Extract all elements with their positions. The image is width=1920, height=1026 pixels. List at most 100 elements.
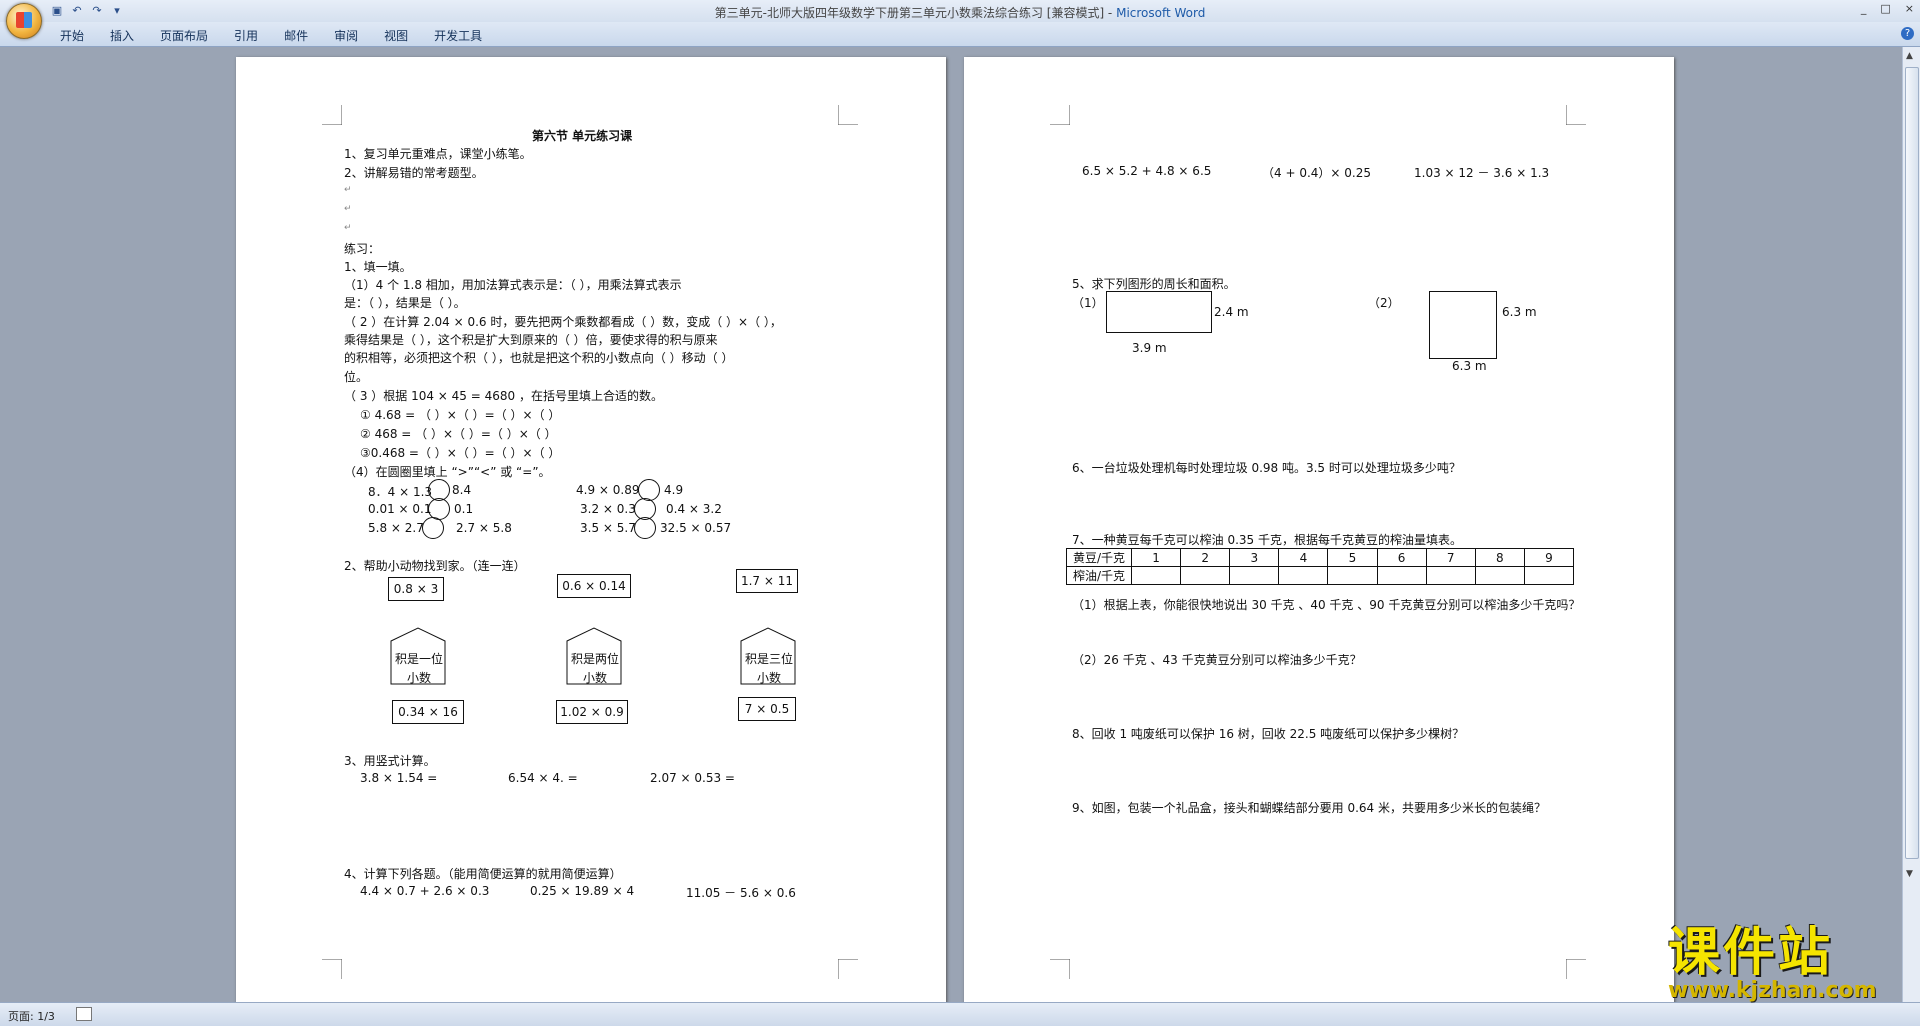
review-item-2: 2、讲解易错的常考题型。 [344, 166, 484, 180]
title-bar: ▣ ↶ ↷ ▾ 第三单元-北师大版四年级数学下册第三单元小数乘法综合练习 [兼容… [0, 0, 1920, 22]
expression-box[interactable]: 0.8 × 3 [388, 577, 444, 601]
figure-1-height: 2.4 m [1214, 305, 1249, 319]
compare-circle[interactable] [634, 517, 656, 539]
vertical-calc-item: 2.07 × 0.53 = [650, 771, 735, 785]
tab-mailings[interactable]: 邮件 [284, 27, 308, 44]
expression-box[interactable]: 7 × 0.5 [738, 697, 796, 721]
watermark-url: www.kjzhan.com [1668, 978, 1877, 1003]
office-logo-icon [16, 12, 32, 28]
question-8: 8、回收 1 吨废纸可以保护 16 树，回收 22.5 吨废纸可以保护多少棵树？ [1072, 727, 1465, 741]
question-3-title: 3、用竖式计算。 [344, 754, 436, 768]
question-1-title: 1、填一填。 [344, 260, 412, 274]
expression-box[interactable]: 0.34 × 16 [392, 700, 464, 724]
tab-view[interactable]: 视图 [384, 27, 408, 44]
expression-box[interactable]: 0.6 × 0.14 [557, 574, 631, 598]
compare-left: 5.8 × 2.7 [368, 521, 424, 535]
compare-right: 0.1 [454, 502, 474, 516]
compare-left: 8．4 × 1.3 [368, 485, 433, 499]
rectangle-figure [1106, 291, 1212, 333]
crop-mark [1050, 105, 1070, 125]
question-6: 6、一台垃圾处理机每时处理垃圾 0.98 吨。3.5 时可以处理垃圾多少吨？ [1072, 461, 1461, 475]
table-cell[interactable] [1278, 566, 1329, 585]
crop-mark [838, 105, 858, 125]
compare-right: 2.7 × 5.8 [456, 521, 512, 535]
question-1-3-title: （ 3 ）根据 104 × 45 = 4680 ，在括号里填上合适的数。 [344, 389, 663, 403]
square-figure [1429, 291, 1497, 359]
office-button[interactable] [6, 3, 42, 39]
compare-left: 4.9 × 0.89 [576, 483, 640, 497]
question-1-2-line3: 的积相等，必须把这个积（ ），也就是把这个积的小数点向（ ）移动（ ） [344, 351, 734, 365]
table-cell[interactable] [1523, 566, 1575, 585]
question-1-1-line1: （1）4 个 1.8 相加，用加法算式表示是：（ ），用乘法算式表示 [344, 278, 682, 292]
maximize-button[interactable]: □ [1880, 2, 1890, 15]
table-cell[interactable] [1229, 566, 1280, 585]
question-1-2-line1: （ 2 ）在计算 2.04 × 0.6 时，要先把两个乘数都看成（ ）数，变成（… [344, 315, 782, 329]
section-heading: 第六节 单元练习课 [532, 129, 633, 143]
figure-2-height: 6.3 m [1502, 305, 1537, 319]
question-7-2: （2）26 千克 、43 千克黄豆分别可以榨油多少千克？ [1072, 653, 1362, 667]
close-button[interactable]: × [1905, 2, 1914, 15]
tab-developer[interactable]: 开发工具 [434, 27, 482, 44]
expression-box[interactable]: 1.02 × 0.9 [556, 700, 628, 724]
vertical-scrollbar[interactable]: ▲ ▼ [1902, 47, 1920, 1002]
scroll-down-icon[interactable]: ▼ [1906, 869, 1913, 879]
question-1-2-line2: 乘得结果是（ ），这个积是扩大到原来的（ ）倍，要使求得的积与原来 [344, 333, 718, 347]
crop-mark [1566, 105, 1586, 125]
tab-references[interactable]: 引用 [234, 27, 258, 44]
vertical-calc-item: 3.8 × 1.54 = [360, 771, 438, 785]
question-4-title: 4、计算下列各题。（能用简便运算的就用简便运算） [344, 867, 622, 881]
tab-insert[interactable]: 插入 [110, 27, 134, 44]
table-header-cell: 榨油/千克 [1066, 566, 1132, 585]
crop-mark [1050, 959, 1070, 979]
window-title: 第三单元-北师大版四年级数学下册第三单元小数乘法综合练习 [兼容模式] - Mi… [714, 6, 1206, 20]
table-cell: 4 [1278, 548, 1329, 567]
page-indicator[interactable]: 页面: 1/3 [8, 1008, 55, 1024]
table-header-cell: 黄豆/千克 [1066, 548, 1132, 567]
compare-right: 8.4 [452, 483, 472, 497]
simplify-calc-item: 11.05 － 5.6 × 0.6 [686, 886, 796, 900]
table-row: 榨油/千克 [1066, 566, 1575, 585]
question-9: 9、如图，包装一个礼品盒，接头和蝴蝶结部分要用 0.64 米，共要用多少米长的包… [1072, 801, 1546, 815]
compare-left: 3.2 × 0.3 [580, 502, 636, 516]
tab-review[interactable]: 审阅 [334, 27, 358, 44]
question-7-1: （1）根据上表，你能很快地说出 30 千克 、40 千克 、90 千克黄豆分别可… [1072, 598, 1581, 612]
table-cell[interactable] [1376, 566, 1427, 585]
vertical-calc-item: 6.54 × 4. = [508, 771, 578, 785]
tab-page-layout[interactable]: 页面布局 [160, 27, 208, 44]
compare-right: 0.4 × 3.2 [666, 502, 722, 516]
simplify-calc-item: 0.25 × 19.89 × 4 [530, 884, 635, 898]
question-5-title: 5、求下列图形的周长和面积。 [1072, 277, 1236, 291]
table-cell[interactable] [1327, 566, 1378, 585]
house-label-line2: 小数 [406, 671, 431, 685]
help-icon[interactable]: ? [1901, 27, 1914, 40]
question-1-3-a: ① 4.68 = （ ）×（ ）=（ ）×（ ） [360, 408, 561, 422]
compare-circle[interactable] [422, 517, 444, 539]
minimize-button[interactable]: _ [1861, 2, 1867, 15]
compare-right: 32.5 × 0.57 [660, 521, 732, 535]
figure-2-label: （2） [1368, 296, 1400, 310]
table-cell: 9 [1523, 548, 1575, 567]
tab-home[interactable]: 开始 [60, 27, 84, 44]
crop-mark [1566, 959, 1586, 979]
table-cell[interactable] [1180, 566, 1231, 585]
review-item-1: 1、复习单元重难点，课堂小练笔。 [344, 147, 532, 161]
expression-item: （4 + 0.4）× 0.25 [1262, 166, 1371, 180]
question-1-3-c: ③0.468 =（ ）×（ ）=（ ）×（ ） [360, 446, 561, 460]
expression-item: 6.5 × 5.2 + 4.8 × 6.5 [1082, 164, 1212, 178]
table-cell[interactable] [1425, 566, 1476, 585]
expression-box[interactable]: 1.7 × 11 [736, 569, 798, 593]
table-cell[interactable] [1130, 566, 1182, 585]
spelling-status-icon[interactable] [76, 1007, 92, 1021]
table-row: 黄豆/千克 1 2 3 4 5 6 7 8 9 [1066, 548, 1575, 567]
scrollbar-thumb[interactable] [1905, 67, 1919, 859]
question-7: 7、一种黄豆每千克可以榨油 0.35 千克，根据每千克黄豆的榨油量填表。 [1072, 533, 1462, 547]
table-cell: 1 [1130, 548, 1182, 567]
table-cell[interactable] [1474, 566, 1525, 585]
paragraph-mark: ↵ [344, 223, 352, 233]
house-label-line1: 积是两位 [570, 652, 619, 666]
table-cell: 5 [1327, 548, 1378, 567]
scroll-up-icon[interactable]: ▲ [1906, 51, 1913, 61]
expression-item: 1.03 × 12 － 3.6 × 1.3 [1414, 166, 1550, 180]
question-1-4-title: （4）在圆圈里填上 “>”“<” 或 “=”。 [344, 465, 551, 479]
house-label-line2: 小数 [582, 671, 607, 685]
